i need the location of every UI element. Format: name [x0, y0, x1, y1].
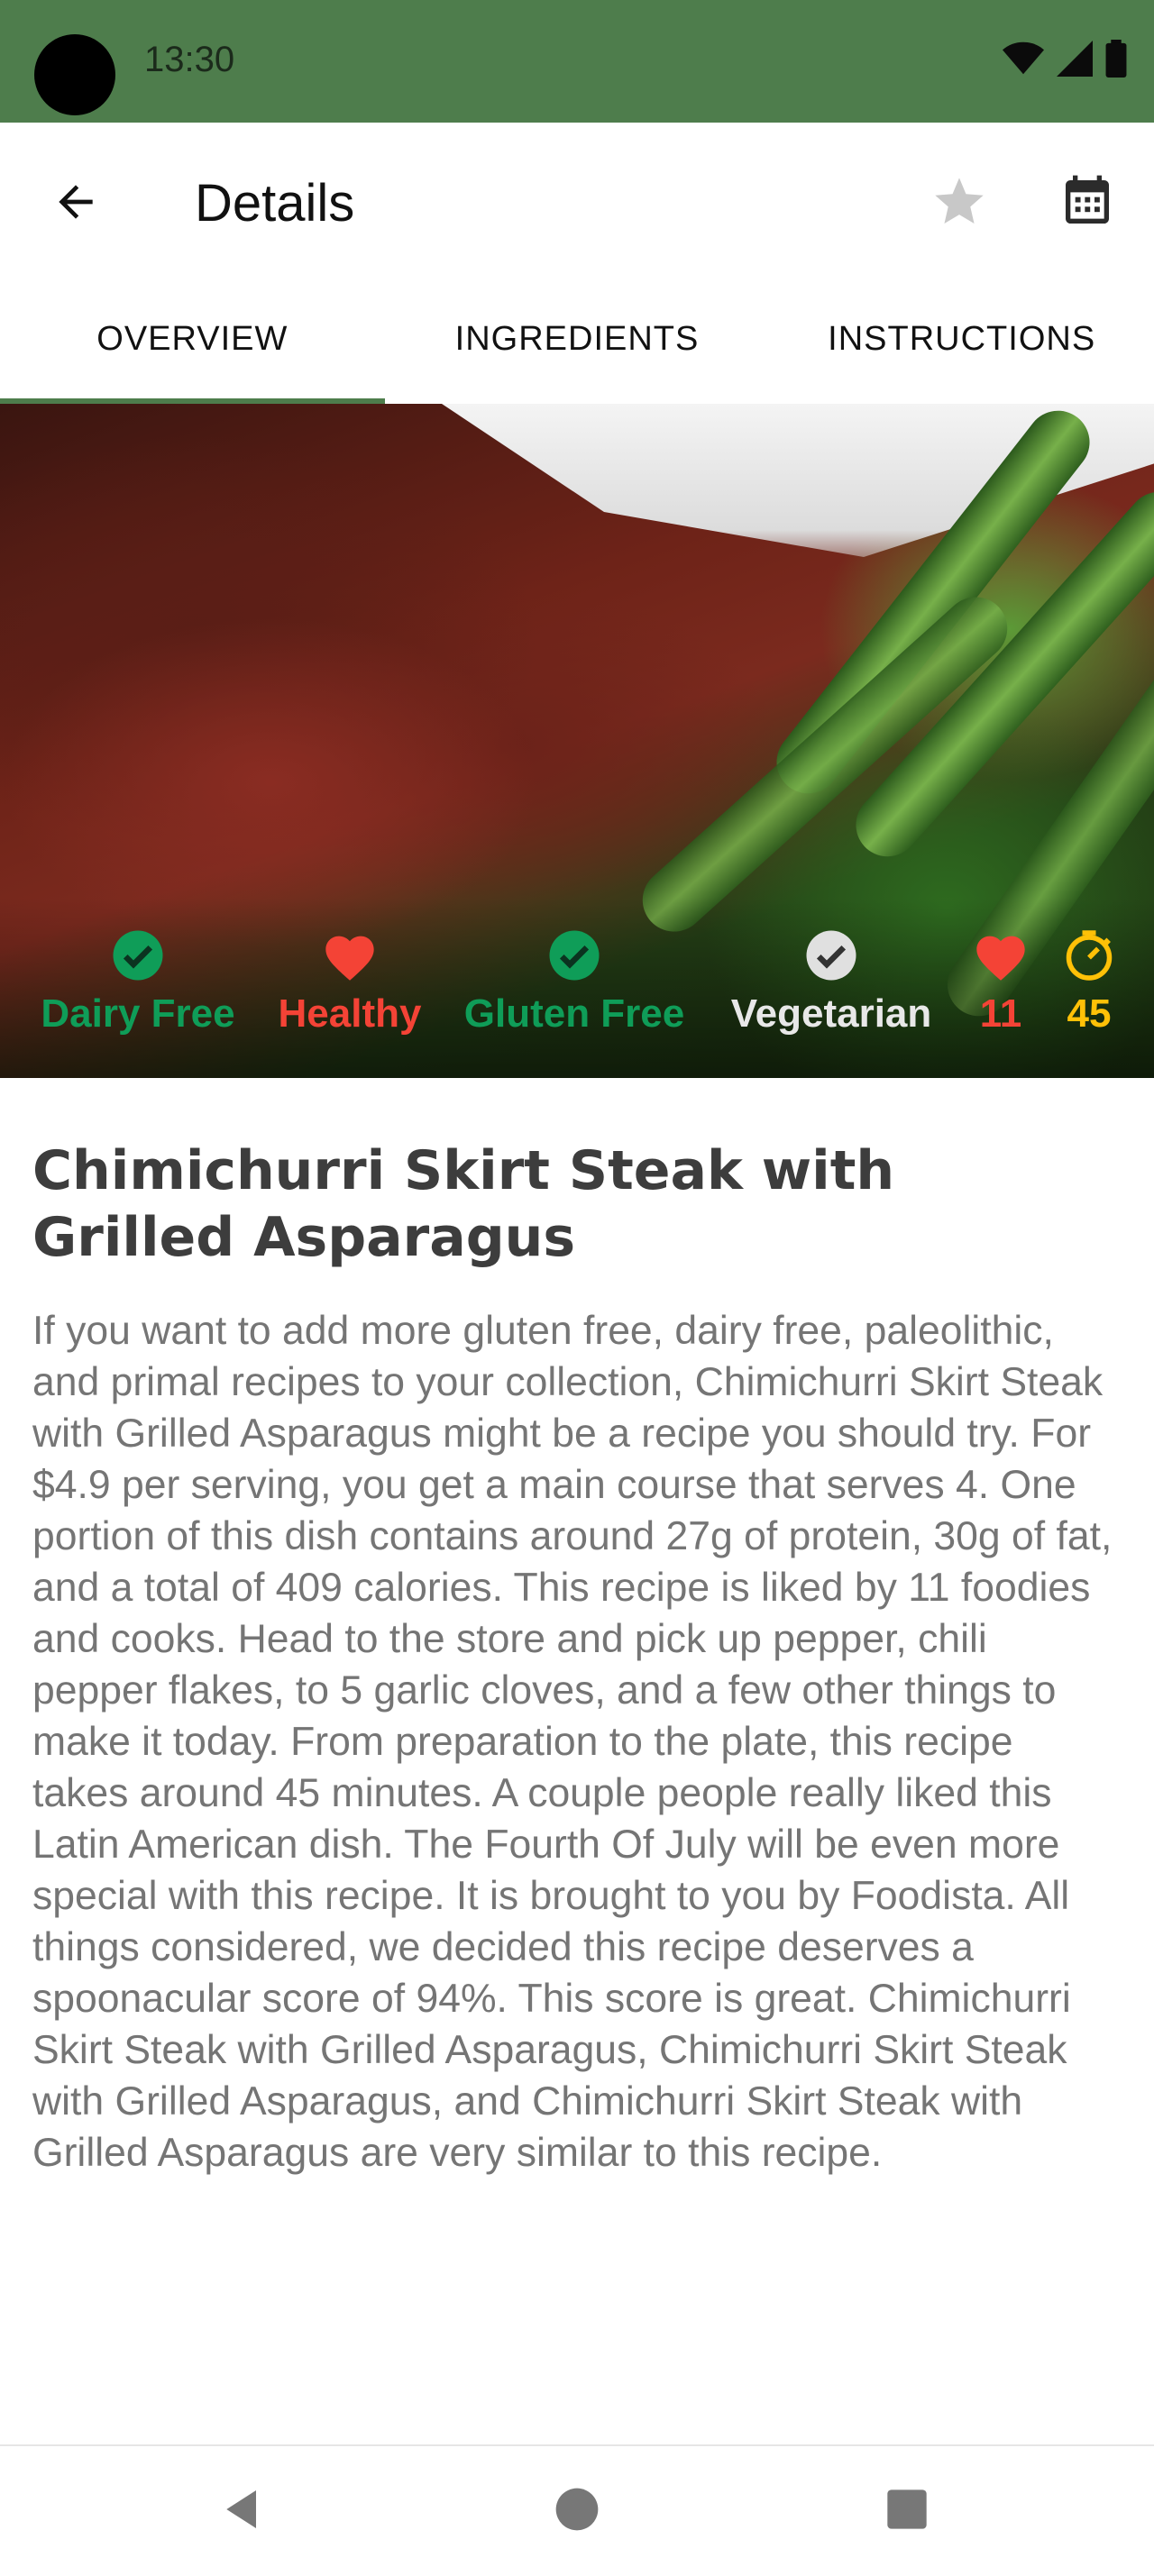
status-bar: 13:30	[0, 0, 1154, 123]
recipe-badges: Dairy Free Healthy Gluten Free Vegetaria…	[0, 927, 1154, 1071]
recipe-summary: If you want to add more gluten free, dai…	[32, 1309, 1113, 2175]
check-circle-icon	[802, 927, 860, 984]
favorite-button[interactable]	[925, 169, 994, 238]
check-circle-icon	[545, 927, 603, 984]
badge-label: Gluten Free	[463, 991, 685, 1036]
tab-bar: OVERVIEW INGREDIENTS INSTRUCTIONS	[0, 274, 1154, 404]
overview-content: Chimichurri Skirt Steak with Grilled Asp…	[32, 1137, 1114, 2179]
camera-cutout	[34, 34, 115, 115]
check-circle-icon	[109, 927, 167, 984]
badge-gluten-free: Gluten Free	[462, 927, 687, 1037]
nav-home-button[interactable]	[545, 2479, 609, 2544]
nav-home-icon	[552, 2484, 602, 2539]
recipe-title: Chimichurri Skirt Steak with Grilled Asp…	[32, 1139, 895, 1269]
arrow-back-icon	[50, 177, 101, 232]
badge-likes: 11	[965, 927, 1037, 1037]
nav-back-icon	[218, 2484, 269, 2539]
badge-healthy: Healthy	[270, 927, 429, 1037]
status-time: 13:30	[144, 40, 235, 79]
tab-ingredients[interactable]: INGREDIENTS	[385, 274, 770, 404]
badge-vegetarian: Vegetarian	[721, 927, 941, 1037]
heart-icon	[321, 927, 379, 984]
calendar-button[interactable]	[1053, 169, 1122, 238]
timer-icon	[1060, 927, 1118, 984]
heart-icon	[972, 927, 1030, 984]
signal-icon	[1057, 40, 1093, 81]
calendar-icon	[1058, 173, 1116, 235]
badge-label: Dairy Free	[41, 991, 235, 1036]
nav-back-button[interactable]	[211, 2479, 276, 2544]
badge-time: 45	[1053, 927, 1125, 1037]
wifi-icon	[1003, 41, 1044, 81]
app-bar: Details	[0, 123, 1154, 274]
likes-count: 11	[979, 991, 1022, 1036]
nav-recents-button[interactable]	[875, 2479, 939, 2544]
star-icon	[930, 173, 988, 235]
page-title: Details	[195, 174, 355, 233]
time-minutes: 45	[1067, 991, 1112, 1036]
back-button[interactable]	[41, 169, 110, 238]
badge-label: Vegetarian	[730, 991, 932, 1036]
badge-label: Healthy	[278, 991, 422, 1036]
nav-recents-icon	[884, 2486, 930, 2537]
tab-overview[interactable]: OVERVIEW	[0, 274, 385, 404]
battery-icon	[1105, 39, 1127, 82]
system-nav-bar	[0, 2444, 1154, 2576]
tab-instructions[interactable]: INSTRUCTIONS	[769, 274, 1154, 404]
status-icons	[1003, 39, 1127, 82]
badge-dairy-free: Dairy Free	[36, 927, 240, 1037]
